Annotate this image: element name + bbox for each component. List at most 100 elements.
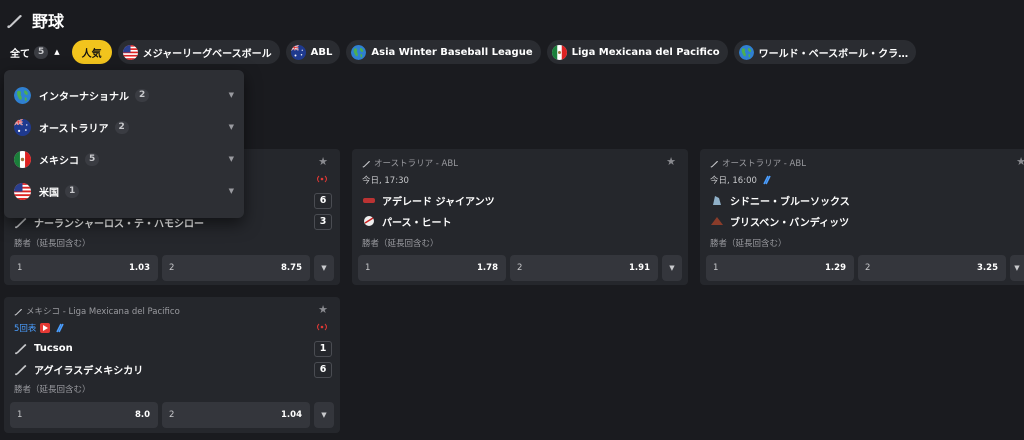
filter-chip-abl[interactable]: ABL (285, 40, 341, 64)
odds-label: 2 (169, 410, 175, 420)
chevron-down-icon: ▼ (228, 123, 234, 131)
favorite-star-icon[interactable]: ★ (666, 155, 676, 168)
team-logo-icon (14, 362, 28, 376)
live-stream-icon (317, 323, 327, 331)
odds-label: 1 (17, 263, 23, 273)
team-logo-icon (364, 216, 374, 226)
live-badge-icon (40, 323, 51, 333)
filter-chip-mlb[interactable]: メジャーリーグベースボール (117, 40, 280, 64)
filter-chip-label: Liga Mexicana del Pacifico (571, 46, 720, 58)
odds-button-2[interactable]: 2 8.75 (162, 255, 310, 281)
more-markets-button[interactable]: ▼ (314, 402, 334, 428)
dropdown-item-count: 5 (85, 152, 100, 166)
odds-value: 3.25 (977, 263, 998, 273)
odds-button-2[interactable]: 2 1.04 (162, 402, 310, 428)
filter-chip-asia-winter[interactable]: Asia Winter Baseball League (346, 40, 541, 64)
market-label: 勝者（延長回含む） (14, 239, 91, 249)
odds-label: 2 (517, 263, 523, 273)
league-label: オーストラリア - ABL (710, 157, 806, 169)
odds-button-2[interactable]: 2 1.91 (510, 255, 658, 281)
dropdown-item-label: メキシコ (39, 155, 79, 167)
odds-label: 1 (713, 263, 719, 273)
region-dropdown: インターナショナル 2 ▼ オーストラリア 2 ▼ メキシコ 5 ▼ 米国 1 … (4, 70, 244, 218)
odds-value: 1.03 (129, 263, 150, 273)
flag-mx-icon (14, 151, 31, 168)
odds-label: 2 (865, 263, 871, 273)
favorite-star-icon[interactable]: ★ (318, 303, 328, 316)
filter-chip-label: 人気 (81, 48, 102, 60)
filter-chip-label: Asia Winter Baseball League (371, 46, 533, 58)
more-markets-button[interactable]: ▼ (662, 255, 682, 281)
flag-us-icon (123, 45, 138, 60)
boost-icon (56, 323, 65, 333)
team-logo-icon (711, 217, 723, 225)
odds-button-1[interactable]: 1 1.78 (358, 255, 506, 281)
dropdown-item-label: オーストラリア (39, 123, 109, 135)
favorite-star-icon[interactable]: ★ (318, 155, 328, 168)
team-name: アグイラスデメキシカリ (34, 365, 144, 377)
dropdown-item-international[interactable]: インターナショナル 2 ▼ (14, 85, 236, 105)
filter-chip-popular[interactable]: 人気 (71, 40, 112, 64)
filter-chip-wbc[interactable]: ワールド・ベースボール・クラ… (733, 40, 917, 64)
filter-chip-lmp[interactable]: Liga Mexicana del Pacifico (546, 40, 728, 64)
team-2: ブリスベン・バンディッツ (710, 213, 849, 229)
team-name: アデレード ジャイアンツ (382, 196, 495, 208)
odds-label: 1 (365, 263, 371, 273)
flag-mx-icon (552, 45, 567, 60)
dropdown-item-label: インターナショナル (39, 91, 129, 103)
favorite-star-icon[interactable]: ★ (1016, 155, 1024, 168)
flag-au-icon (14, 119, 31, 136)
odds-button-1[interactable]: 1 1.03 (10, 255, 158, 281)
match-card[interactable]: オーストラリア - ABL ★ 今日, 17:30 アデレード ジャイアンツ パ… (352, 149, 688, 285)
odds-value: 1.04 (281, 410, 302, 420)
dropdown-item-usa[interactable]: 米国 1 ▼ (14, 181, 236, 201)
dropdown-item-count: 2 (135, 88, 150, 102)
chevron-down-icon: ▼ (228, 155, 234, 163)
odds-label: 1 (17, 410, 23, 420)
match-card[interactable]: メキシコ - Liga Mexicana del Pacifico ★ 5回表 … (4, 297, 340, 433)
team-logo-icon (14, 341, 28, 355)
filter-chip-label: ワールド・ベースボール・クラ… (758, 48, 909, 60)
dropdown-item-count: 2 (114, 120, 129, 134)
baseball-bat-icon (6, 11, 24, 29)
baseball-bat-icon (710, 159, 719, 168)
match-card[interactable]: オーストラリア - ABL ★ 今日, 16:00 シドニー・ブルーソックス ブ… (700, 149, 1024, 285)
more-markets-button[interactable]: ▼ (1010, 255, 1024, 281)
more-markets-button[interactable]: ▼ (314, 255, 334, 281)
dropdown-item-australia[interactable]: オーストラリア 2 ▼ (14, 117, 236, 137)
team-name: パース・ヒート (382, 217, 452, 229)
team-1: アデレード ジャイアンツ (362, 192, 495, 208)
team-2-score: 3 (314, 214, 332, 230)
team-2-score: 6 (314, 362, 332, 378)
match-time: 今日, 16:00 (710, 174, 771, 186)
dropdown-item-mexico[interactable]: メキシコ 5 ▼ (14, 149, 236, 169)
odds-value: 8.75 (281, 263, 302, 273)
odds-value: 1.29 (825, 263, 846, 273)
page-header: 野球 (6, 8, 64, 32)
odds-button-1[interactable]: 1 8.0 (10, 402, 158, 428)
team-1-score: 6 (314, 193, 332, 209)
baseball-bat-icon (14, 307, 23, 316)
team-logo-icon (363, 198, 375, 203)
dropdown-item-count: 1 (65, 184, 80, 198)
team-name: ブリスベン・バンディッツ (730, 217, 850, 229)
team-2: パース・ヒート (362, 213, 452, 229)
market-label: 勝者（延長回含む） (362, 239, 439, 249)
match-time-text: 5回表 (14, 324, 37, 334)
filter-all-toggle[interactable]: 全て 5 ▲ (4, 40, 66, 64)
live-stream-icon (317, 175, 327, 183)
match-time-text: 今日, 16:00 (710, 176, 757, 186)
odds-label: 2 (169, 263, 175, 273)
odds-button-2[interactable]: 2 3.25 (858, 255, 1006, 281)
team-1: シドニー・ブルーソックス (710, 192, 850, 208)
dropdown-item-label: 米国 (39, 187, 59, 199)
league-filter-bar: 全て 5 ▲ 人気 メジャーリーグベースボール ABL Asia Winter … (4, 40, 917, 64)
market-label: 勝者（延長回含む） (710, 239, 787, 249)
baseball-bat-icon (362, 159, 371, 168)
filter-chip-label: メジャーリーグベースボール (142, 48, 272, 60)
odds-button-1[interactable]: 1 1.29 (706, 255, 854, 281)
page-title: 野球 (32, 12, 65, 31)
filter-chip-label: ABL (310, 46, 333, 58)
chevron-down-icon: ▼ (228, 91, 234, 99)
globe-icon (351, 45, 366, 60)
